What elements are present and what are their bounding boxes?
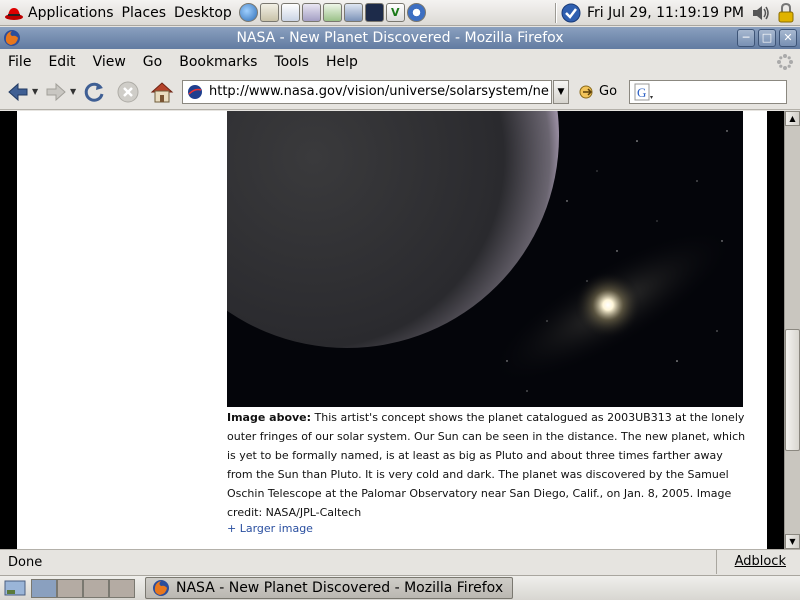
panel-tray: Fri Jul 29, 11:19:19 PM xyxy=(551,0,800,26)
home-button[interactable] xyxy=(148,78,176,106)
files-launcher-icon[interactable] xyxy=(343,3,363,22)
help-launcher-icon[interactable] xyxy=(406,3,426,22)
workspace-1[interactable] xyxy=(31,578,57,598)
menu-help[interactable]: Help xyxy=(318,54,367,70)
nasa-favicon-icon xyxy=(188,84,202,99)
scroll-down-button[interactable]: ▼ xyxy=(785,534,800,549)
reload-icon xyxy=(84,82,104,102)
forward-arrow-icon xyxy=(46,82,66,101)
stop-icon xyxy=(117,81,139,102)
url-history-dropdown[interactable]: ▼ xyxy=(553,79,569,104)
svg-text:G: G xyxy=(637,85,646,100)
scroll-up-button[interactable]: ▲ xyxy=(785,111,800,126)
firefox-task-icon xyxy=(153,580,169,596)
minimize-button[interactable]: ─ xyxy=(737,29,755,47)
navigation-toolbar: ▼ ▼ ▼ Go G xyxy=(0,74,800,110)
applications-menu-label: Applications xyxy=(28,4,114,21)
menu-bookmarks[interactable]: Bookmarks xyxy=(171,54,266,70)
redhat-icon xyxy=(5,7,23,20)
browser-content: Image above: This artist's concept shows… xyxy=(0,111,800,549)
forward-button[interactable] xyxy=(42,78,70,106)
desktop-menu-label: Desktop xyxy=(174,4,232,21)
menu-bar: File Edit View Go Bookmarks Tools Help xyxy=(0,49,800,74)
planet-artist-concept-image[interactable] xyxy=(227,111,743,407)
workspace-3[interactable] xyxy=(83,578,109,598)
firefox-window-icon[interactable] xyxy=(3,29,21,47)
google-search-icon[interactable]: G xyxy=(634,83,656,101)
window-title: NASA - New Planet Discovered - Mozilla F… xyxy=(236,30,564,46)
status-text: Done xyxy=(8,554,43,570)
back-history-dropdown[interactable]: ▼ xyxy=(32,87,42,96)
stop-button[interactable] xyxy=(114,78,142,106)
mail-launcher-icon[interactable] xyxy=(259,3,279,22)
maximize-button[interactable]: □ xyxy=(758,29,776,47)
taskbar-window-title: NASA - New Planet Discovered - Mozilla F… xyxy=(176,580,504,596)
workspace-2[interactable] xyxy=(57,578,83,598)
forward-history-dropdown[interactable]: ▼ xyxy=(70,87,80,96)
go-button-label: Go xyxy=(599,84,618,99)
throbber-icon xyxy=(777,53,793,70)
window-controls: ─ □ ✕ xyxy=(737,29,800,47)
back-arrow-icon xyxy=(8,82,28,101)
update-check-icon[interactable] xyxy=(561,3,581,23)
places-menu[interactable]: Places xyxy=(118,0,171,26)
panel-separator xyxy=(554,2,557,23)
menu-file[interactable]: File xyxy=(0,54,40,70)
lock-icon[interactable] xyxy=(776,2,796,24)
web-page: Image above: This artist's concept shows… xyxy=(17,111,767,549)
top-panel: Applications Places Desktop V Fri Jul 29… xyxy=(0,0,800,26)
bottom-panel: NASA - New Planet Discovered - Mozilla F… xyxy=(0,575,800,600)
caption-body: This artist's concept shows the planet c… xyxy=(227,411,746,519)
calc-launcher-icon[interactable] xyxy=(322,3,342,22)
desktop-menu[interactable]: Desktop xyxy=(170,0,236,26)
close-button[interactable]: ✕ xyxy=(779,29,797,47)
url-input[interactable] xyxy=(209,81,549,102)
menu-view[interactable]: View xyxy=(85,54,135,70)
writer-launcher-icon[interactable] xyxy=(280,3,300,22)
home-icon xyxy=(150,81,174,102)
show-desktop-icon[interactable] xyxy=(3,578,27,598)
volume-icon[interactable] xyxy=(750,3,772,23)
workspace-4[interactable] xyxy=(109,578,135,598)
taskbar-firefox-window[interactable]: NASA - New Planet Discovered - Mozilla F… xyxy=(145,577,513,599)
menu-tools[interactable]: Tools xyxy=(266,54,318,70)
planet-scene xyxy=(227,111,743,407)
image-caption: Image above: This artist's concept shows… xyxy=(227,408,747,522)
caption-lead: Image above: xyxy=(227,411,312,424)
panel-clock[interactable]: Fri Jul 29, 11:19:19 PM xyxy=(587,5,744,21)
terminal-launcher-icon[interactable] xyxy=(364,3,384,22)
reload-button[interactable] xyxy=(80,78,108,106)
vertical-scrollbar[interactable]: ▲ ▼ xyxy=(784,111,800,549)
menu-go[interactable]: Go xyxy=(135,54,171,70)
window-titlebar[interactable]: NASA - New Planet Discovered - Mozilla F… xyxy=(0,27,800,49)
globe-launcher-icon[interactable] xyxy=(238,3,258,22)
adblock-button[interactable]: Adblock xyxy=(715,550,786,574)
places-menu-label: Places xyxy=(121,4,167,21)
scrollbar-thumb[interactable] xyxy=(785,329,800,451)
search-bar[interactable]: G xyxy=(629,79,788,104)
go-arrow-icon xyxy=(579,85,593,98)
menu-edit[interactable]: Edit xyxy=(40,54,84,70)
url-bar[interactable] xyxy=(182,79,552,104)
larger-image-link[interactable]: + Larger image xyxy=(227,522,313,535)
vnc-launcher-icon[interactable]: V xyxy=(385,3,405,22)
launcher-group: V xyxy=(238,3,427,22)
back-button[interactable] xyxy=(4,78,32,106)
status-bar: Done Adblock xyxy=(0,549,800,574)
impress-launcher-icon[interactable] xyxy=(301,3,321,22)
go-button[interactable]: Go xyxy=(579,84,617,99)
applications-menu[interactable]: Applications xyxy=(0,0,118,26)
